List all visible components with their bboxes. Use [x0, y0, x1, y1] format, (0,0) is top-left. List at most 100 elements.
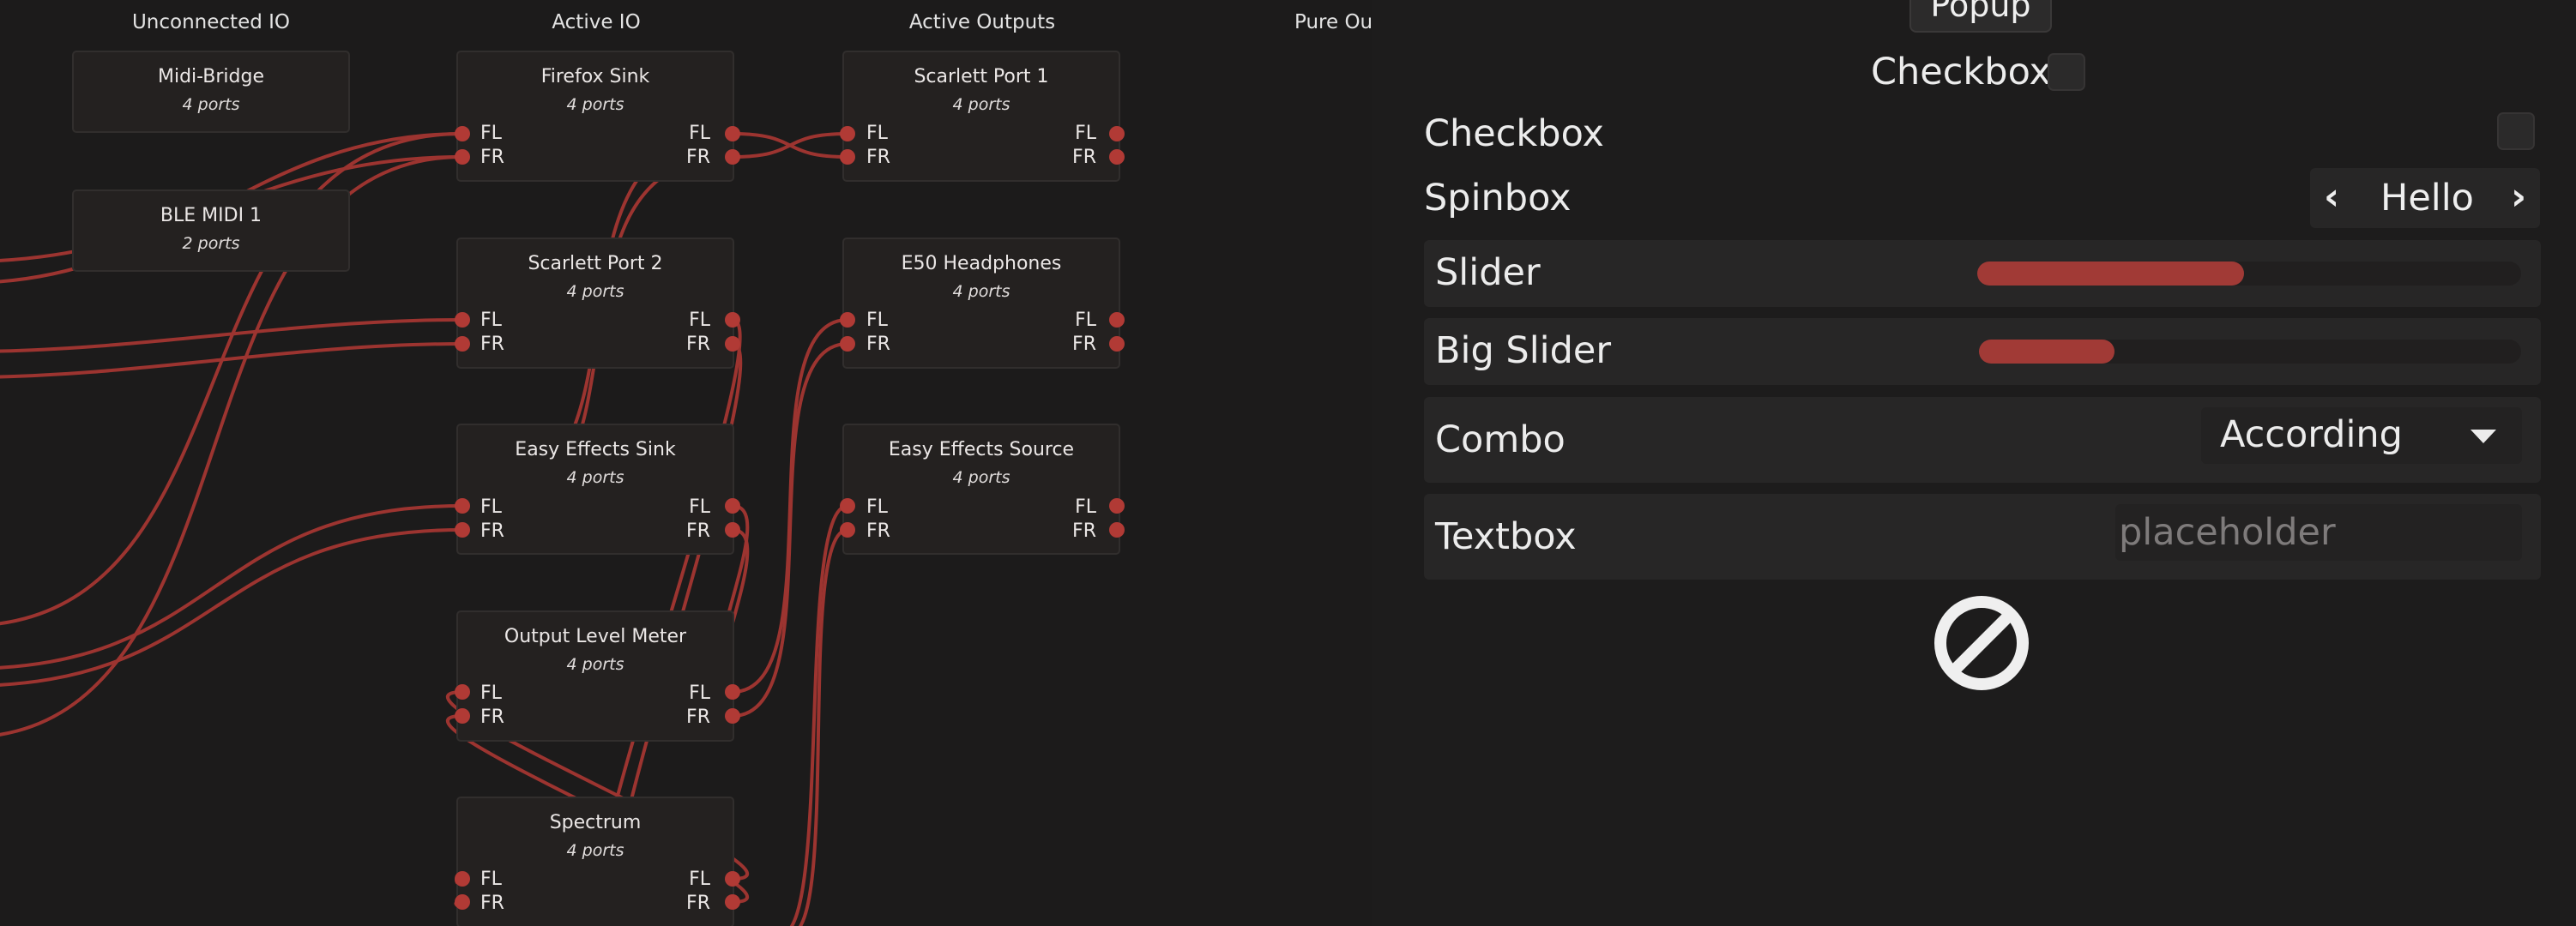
slider-fill — [1977, 262, 2244, 286]
port-dot[interactable] — [840, 522, 855, 538]
node-ble-midi[interactable]: BLE MIDI 1 2 ports — [72, 189, 350, 272]
connection-wire — [798, 528, 848, 926]
slider[interactable] — [1977, 262, 2521, 286]
port-dot[interactable] — [455, 708, 470, 724]
node-spectrum[interactable]: Spectrum 4 ports FL FR FL FR — [456, 797, 734, 926]
port-dot[interactable] — [1109, 336, 1125, 352]
port-dot[interactable] — [840, 498, 855, 514]
port-dot[interactable] — [455, 312, 470, 328]
slider-row: Slider — [1424, 240, 2541, 307]
combo-select[interactable]: According — [2201, 407, 2522, 464]
port-in-fl[interactable]: FL — [866, 496, 888, 519]
port-out-fl[interactable]: FL — [1075, 310, 1096, 332]
port-in-fr[interactable]: FR — [866, 520, 890, 543]
port-dot[interactable] — [1109, 522, 1125, 538]
port-dot[interactable] — [725, 684, 740, 700]
column-title-active-outputs: Active Outputs — [908, 11, 1056, 33]
port-out-fr[interactable]: FR — [1072, 147, 1096, 169]
chevron-right-icon[interactable]: › — [2511, 175, 2526, 219]
node-firefox-sink[interactable]: Firefox Sink 4 ports FL FR FL FR — [456, 51, 734, 182]
port-out-fr[interactable]: FR — [686, 147, 710, 169]
port-dot[interactable] — [725, 312, 740, 328]
forbidden-icon — [1934, 596, 2029, 690]
port-dot[interactable] — [455, 336, 470, 352]
port-dot[interactable] — [725, 894, 740, 910]
port-dot[interactable] — [840, 336, 855, 352]
port-dot[interactable] — [455, 498, 470, 514]
connection-wire — [732, 132, 848, 159]
port-dot[interactable] — [455, 684, 470, 700]
port-out-fl[interactable]: FL — [689, 682, 710, 705]
port-out-fr[interactable]: FR — [686, 334, 710, 356]
chevron-left-icon[interactable]: ‹ — [2324, 175, 2339, 219]
port-out-fl[interactable]: FL — [689, 123, 710, 145]
port-dot[interactable] — [1109, 498, 1125, 514]
port-in-fr[interactable]: FR — [480, 147, 504, 169]
node-e50-headphones[interactable]: E50 Headphones 4 ports FL FR FL FR — [842, 238, 1120, 369]
port-in-fr[interactable]: FR — [866, 334, 890, 356]
port-out-fl[interactable]: FL — [689, 310, 710, 332]
port-in-fl[interactable]: FL — [480, 310, 502, 332]
port-in-fr[interactable]: FR — [866, 147, 890, 169]
port-out-fl[interactable]: FL — [689, 496, 710, 519]
slider-label: Slider — [1435, 251, 1541, 294]
connection-wire — [0, 504, 463, 670]
port-in-fr[interactable]: FR — [480, 893, 504, 915]
port-out-fr[interactable]: FR — [686, 520, 710, 543]
port-in-fr[interactable]: FR — [480, 520, 504, 543]
node-easy-effects-sink[interactable]: Easy Effects Sink 4 ports FL FR FL FR — [456, 424, 734, 555]
node-graph-canvas[interactable]: Unconnected IO Active IO Active Outputs … — [0, 0, 1372, 926]
checkbox[interactable] — [2497, 112, 2535, 150]
port-dot[interactable] — [840, 149, 855, 165]
node-easy-effects-source[interactable]: Easy Effects Source 4 ports FL FR FL FR — [842, 424, 1120, 555]
port-dot[interactable] — [1109, 312, 1125, 328]
port-in-fl[interactable]: FL — [480, 123, 502, 145]
port-out-fr[interactable]: FR — [1072, 520, 1096, 543]
column-title-pure-outputs: Pure Ou — [1294, 11, 1372, 33]
port-dot[interactable] — [455, 894, 470, 910]
checkbox-top[interactable] — [2048, 53, 2085, 91]
port-out-fl[interactable]: FL — [1075, 496, 1096, 519]
node-title: BLE MIDI 1 — [160, 205, 262, 226]
big-slider-label: Big Slider — [1435, 329, 1612, 372]
widgets-panel: Popup Checkbox Checkbox Spinbox ‹ Hello … — [1372, 0, 2576, 926]
textbox-input[interactable] — [2115, 504, 2522, 561]
port-dot[interactable] — [725, 336, 740, 352]
port-dot[interactable] — [725, 498, 740, 514]
port-dot[interactable] — [725, 522, 740, 538]
spinbox[interactable]: ‹ Hello › — [2310, 168, 2540, 228]
port-out-fl[interactable]: FL — [689, 869, 710, 891]
port-dot[interactable] — [1109, 149, 1125, 165]
node-midi-bridge[interactable]: Midi-Bridge 4 ports — [72, 51, 350, 133]
port-in-fr[interactable]: FR — [480, 707, 504, 729]
port-in-fl[interactable]: FL — [866, 123, 888, 145]
node-title: Easy Effects Sink — [515, 439, 676, 460]
port-dot[interactable] — [455, 522, 470, 538]
big-slider[interactable] — [1979, 340, 2521, 364]
column-title-active-io: Active IO — [552, 11, 641, 33]
port-out-fr[interactable]: FR — [1072, 334, 1096, 356]
port-dot[interactable] — [455, 149, 470, 165]
port-out-fr[interactable]: FR — [686, 893, 710, 915]
port-dot[interactable] — [455, 126, 470, 141]
port-dot[interactable] — [455, 871, 470, 887]
port-dot[interactable] — [1109, 126, 1125, 141]
port-dot[interactable] — [725, 708, 740, 724]
port-dot[interactable] — [840, 126, 855, 141]
popup-button[interactable]: Popup — [1909, 0, 2052, 33]
port-dot[interactable] — [725, 149, 740, 165]
port-dot[interactable] — [725, 126, 740, 141]
node-scarlett-port-2[interactable]: Scarlett Port 2 4 ports FL FR FL FR — [456, 238, 734, 369]
port-in-fl[interactable]: FL — [480, 869, 502, 891]
port-in-fl[interactable]: FL — [480, 496, 502, 519]
port-in-fr[interactable]: FR — [480, 334, 504, 356]
node-output-level-meter[interactable]: Output Level Meter 4 ports FL FR FL FR — [456, 610, 734, 742]
port-dot[interactable] — [725, 871, 740, 887]
node-scarlett-port-1[interactable]: Scarlett Port 1 4 ports FL FR FL FR — [842, 51, 1120, 182]
port-dot[interactable] — [840, 312, 855, 328]
port-in-fl[interactable]: FL — [480, 682, 502, 705]
port-in-fl[interactable]: FL — [866, 310, 888, 332]
node-title: Easy Effects Source — [888, 439, 1075, 460]
port-out-fl[interactable]: FL — [1075, 123, 1096, 145]
port-out-fr[interactable]: FR — [686, 707, 710, 729]
